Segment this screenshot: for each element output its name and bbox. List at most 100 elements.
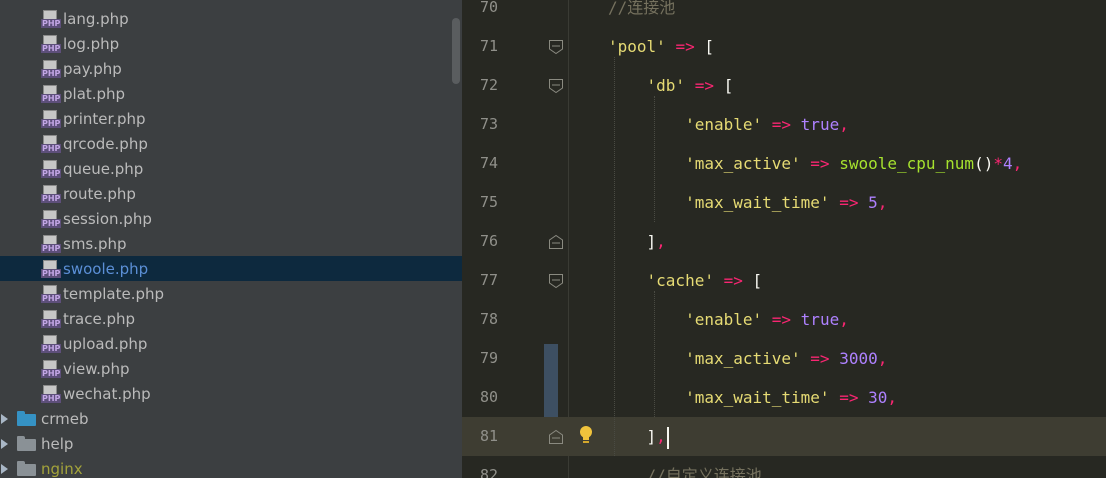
code-line[interactable]: 80 'max_wait_time' => 30, xyxy=(462,378,1106,417)
code-token: [ xyxy=(742,271,763,290)
code-token: => xyxy=(810,349,830,368)
lightbulb-icon[interactable] xyxy=(577,424,595,446)
file-item[interactable]: PHP log.php xyxy=(0,31,462,56)
php-file-icon: PHP xyxy=(41,134,62,153)
line-number: 75 xyxy=(479,193,498,211)
file-name: log.php xyxy=(63,34,120,53)
fold-open-icon[interactable] xyxy=(548,273,564,289)
code-line[interactable]: 76 ], xyxy=(462,222,1106,261)
code-text: 'enable' => true, xyxy=(608,105,849,144)
code-token: //自定义连接池 xyxy=(646,466,762,478)
indent-guide xyxy=(654,291,655,417)
file-item[interactable]: PHP qrcode.php xyxy=(0,131,462,156)
code-text: 'max_wait_time' => 5, xyxy=(608,183,887,222)
code-token: => xyxy=(771,115,792,134)
file-item[interactable]: PHP plat.php xyxy=(0,81,462,106)
file-item[interactable]: PHP view.php xyxy=(0,356,462,381)
file-item[interactable]: PHP sms.php xyxy=(0,231,462,256)
expand-arrow-icon[interactable] xyxy=(1,463,8,474)
php-file-icon: PHP xyxy=(41,9,62,28)
folder-icon xyxy=(17,411,36,426)
file-item[interactable]: PHP pay.php xyxy=(0,56,462,81)
code-editor[interactable]: 70//连接池 71 'pool' => [72 'db' => [73 'enab… xyxy=(462,0,1106,478)
code-token: swoole_cpu_num xyxy=(839,154,975,173)
code-line[interactable]: 79 'max_active' => 3000, xyxy=(462,339,1106,378)
folder-item[interactable]: help xyxy=(0,431,462,456)
folder-name: crmeb xyxy=(41,409,89,428)
file-item[interactable]: PHP upload.php xyxy=(0,331,462,356)
code-line[interactable]: 70 //连接池 xyxy=(462,0,1106,27)
code-token: => xyxy=(839,193,859,212)
php-file-icon: PHP xyxy=(41,84,62,103)
code-line[interactable]: 72 'db' => [ xyxy=(462,66,1106,105)
code-line[interactable]: 82 //自定义连接池 xyxy=(462,456,1106,478)
code-token: 30 xyxy=(868,388,888,407)
file-name: session.php xyxy=(63,209,152,228)
code-text: 'enable' => true, xyxy=(608,300,849,339)
line-number: 82 xyxy=(479,466,498,478)
code-line[interactable]: 81 ], xyxy=(462,417,1106,456)
code-line[interactable]: 74 'max_active' => swoole_cpu_num()*4, xyxy=(462,144,1106,183)
file-item[interactable]: PHP template.php xyxy=(0,281,462,306)
folder-item[interactable]: nginx xyxy=(0,456,462,478)
code-token: => xyxy=(675,37,695,56)
code-text: ], xyxy=(608,417,669,456)
code-token: , xyxy=(887,388,898,407)
expand-arrow-icon[interactable] xyxy=(1,413,8,424)
fold-close-icon[interactable] xyxy=(548,234,564,250)
code-token: , xyxy=(877,193,888,212)
file-item[interactable]: PHP lang.php xyxy=(0,6,462,31)
fold-close-icon[interactable] xyxy=(548,429,564,445)
file-name: swoole.php xyxy=(63,259,149,278)
code-token: [ xyxy=(694,37,714,56)
code-token: true xyxy=(800,310,840,329)
code-line[interactable]: 78 'enable' => true, xyxy=(462,300,1106,339)
folder-icon xyxy=(17,461,36,476)
file-item[interactable]: PHP route.php xyxy=(0,181,462,206)
file-item[interactable]: PHP trace.php xyxy=(0,306,462,331)
expand-arrow-icon[interactable] xyxy=(1,438,8,449)
php-file-icon: PHP xyxy=(41,384,62,403)
code-line[interactable]: 71 'pool' => [ xyxy=(462,27,1106,66)
line-number: 70 xyxy=(479,0,498,16)
line-number: 71 xyxy=(479,37,498,55)
code-token: 'max_wait_time' xyxy=(685,193,830,212)
code-token: => xyxy=(723,271,743,290)
indent-guide xyxy=(614,57,615,456)
folder-item[interactable]: crmeb xyxy=(0,406,462,431)
code-token: => xyxy=(694,76,714,95)
fold-open-icon[interactable] xyxy=(548,39,564,55)
code-line[interactable]: 73 'enable' => true, xyxy=(462,105,1106,144)
file-item[interactable]: PHP swoole.php xyxy=(0,256,462,281)
file-name: qrcode.php xyxy=(63,134,148,153)
file-item[interactable]: PHP session.php xyxy=(0,206,462,231)
php-file-icon: PHP xyxy=(41,284,62,303)
php-file-icon: PHP xyxy=(41,309,62,328)
code-token: => xyxy=(771,310,792,329)
file-item[interactable]: PHP wechat.php xyxy=(0,381,462,406)
project-tree-panel[interactable]: PHP lang.php PHP log.php PHP pay.php PHP plat.p… xyxy=(0,0,462,478)
folder-icon xyxy=(17,436,36,451)
code-token: true xyxy=(800,115,840,134)
indent-guide xyxy=(654,96,655,222)
file-item[interactable]: PHP queue.php xyxy=(0,156,462,181)
code-line[interactable]: 77 'cache' => [ xyxy=(462,261,1106,300)
code-text: 'pool' => [ xyxy=(608,27,714,66)
code-line[interactable]: 75 'max_wait_time' => 5, xyxy=(462,183,1106,222)
code-token: [ xyxy=(713,76,734,95)
fold-open-icon[interactable] xyxy=(548,78,564,94)
file-item[interactable]: PHP printer.php xyxy=(0,106,462,131)
folder-name: help xyxy=(41,434,74,453)
code-text: 'max_wait_time' => 30, xyxy=(608,378,897,417)
